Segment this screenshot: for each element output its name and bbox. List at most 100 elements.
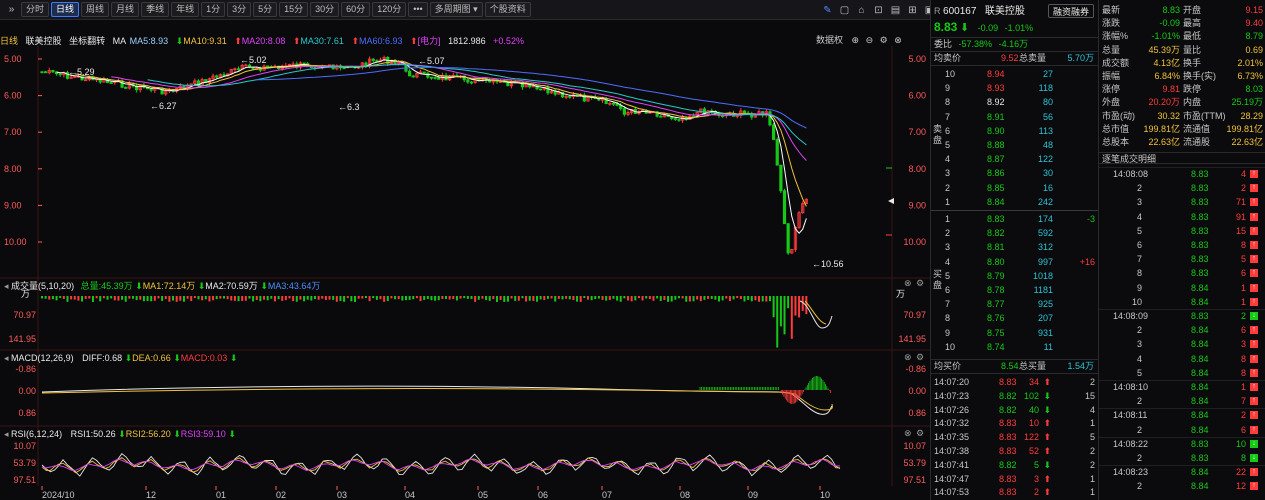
ask-row[interactable]: 5 8.88 48 [931,139,1099,151]
bid-row[interactable]: 7 8.77 925 [931,298,1099,310]
tick-row[interactable]: 14:07:32 8.83 10 ⬆ 1 [931,417,1099,429]
legend-ma5: MA5:8.93 [129,36,169,46]
ask-row[interactable]: 7 8.91 56 [931,111,1099,123]
stat-row: 涨停 9.81 跌停 8.03 [1099,83,1265,95]
detail-row[interactable]: 6 8.83 8 ↑ [1099,239,1265,251]
period-button-4[interactable]: 季线 [141,2,170,17]
detail-row[interactable]: 14:08:10 8.84 1 ↑ [1099,380,1265,393]
detail-row[interactable]: 4 8.84 8 ↑ [1099,353,1265,365]
ask-row[interactable]: 3 8.86 30 [931,167,1099,179]
detail-row[interactable]: 3 8.84 3 ↑ [1099,338,1265,350]
tick-row[interactable]: 14:07:38 8.83 52 ⬆ 2 [931,445,1099,457]
macd-expand-icon[interactable]: ◂ [4,353,9,363]
panel-settings-icon-1[interactable]: ⚙ [916,352,924,362]
period-button-0[interactable]: 分时 [21,2,50,17]
chart-icon[interactable]: ▤ [888,3,903,18]
ask-row[interactable]: 8 8.92 80 [931,96,1099,108]
volume-bar-196 [754,296,757,301]
period-button-10[interactable]: 30分 [310,2,340,17]
detail-row[interactable]: 14:08:11 8.84 2 ↑ [1099,408,1265,421]
tick-row[interactable]: 14:07:53 8.83 2 ⬆ 1 [931,486,1099,498]
detail-row[interactable]: 2 8.83 8 ↓ [1099,452,1265,464]
ask-row[interactable]: 9 8.93 118 [931,82,1099,94]
bid-row[interactable]: 5 8.79 1018 [931,270,1099,282]
period-button-6[interactable]: 1分 [201,2,226,17]
panel-close-icon-1[interactable]: ⊗ [904,352,912,362]
financing-button[interactable]: 融资融券 [1047,4,1094,18]
lock-icon[interactable]: ⌂ [854,3,869,18]
detail-row[interactable]: 14:08:08 8.83 4 ↑ [1099,167,1265,180]
panel-close-icon-2[interactable]: ⊗ [904,428,912,438]
bid-row[interactable]: 1 8.83 174 -3 [931,213,1099,225]
panel-settings-icon-2[interactable]: ⚙ [916,428,924,438]
restore-label[interactable]: 数据权 [816,35,843,45]
legend-adjust[interactable]: 坐标翻转 [69,36,105,46]
period-button-5[interactable]: 年线 [171,2,200,17]
tick-row[interactable]: 14:07:23 8.82 102 ⬇ 15 [931,390,1099,402]
period-button-3[interactable]: 月线 [111,2,140,17]
ask-row[interactable]: 4 8.87 122 [931,153,1099,165]
detail-list[interactable]: 14:08:08 8.83 4 ↑ 2 8.83 2 ↑ 3 8.83 71 ↑ 4 8.83 91 ↑ 5 8.… [1099,166,1265,500]
up-arrow-icon: ↑ [1250,212,1258,221]
bid-row[interactable]: 6 8.78 1181 [931,284,1099,296]
panel-close-icon-0[interactable]: ⊗ [904,278,912,288]
zoom-out-icon[interactable]: ⊖ [866,35,874,45]
detail-row[interactable]: 8 8.83 6 ↑ [1099,267,1265,279]
detail-row[interactable]: 14:08:09 8.83 2 ↓ [1099,309,1265,322]
ask-row[interactable]: 2 8.85 16 [931,182,1099,194]
bid-row[interactable]: 4 8.80 997 +16 [931,256,1099,268]
detail-row[interactable]: 5 8.83 15 ↑ [1099,225,1265,237]
tag-icon[interactable]: ⊡ [871,3,886,18]
profile-button[interactable]: 个股资料 [484,2,531,17]
period-button-11[interactable]: 60分 [341,2,371,17]
rsi-expand-icon[interactable]: ◂ [4,429,9,439]
detail-row[interactable]: 2 8.84 12 ↑ [1099,480,1265,492]
detail-row[interactable]: 5 8.84 8 ↑ [1099,367,1265,379]
volume-bar-111 [445,296,448,299]
tick-row[interactable]: 14:07:35 8.83 122 ⬆ 5 [931,431,1099,443]
multi-period-button[interactable]: 多周期图 ▾ [429,2,483,17]
volume-tick-left-1: 141.95 [8,334,36,344]
volume-expand-icon[interactable]: ◂ [4,281,9,291]
detail-row[interactable]: 10 8.84 1 ↑ [1099,296,1265,308]
more-periods-button[interactable]: ••• [408,2,428,17]
period-button-9[interactable]: 15分 [279,2,309,17]
panel-settings-icon-0[interactable]: ⚙ [916,278,924,288]
ask-row[interactable]: 1 8.84 242 [931,196,1099,208]
tick-row[interactable]: 14:07:26 8.82 40 ⬇ 4 [931,404,1099,416]
detail-row[interactable]: 4 8.83 91 ↑ [1099,211,1265,223]
copy-icon[interactable]: ▢ [837,3,852,18]
detail-row[interactable]: 9 8.84 1 ↑ [1099,282,1265,294]
detail-row[interactable]: 2 8.84 6 ↑ [1099,424,1265,436]
bid-row[interactable]: 10 8.74 11 [931,341,1099,353]
period-button-12[interactable]: 120分 [372,2,407,17]
tick-row[interactable]: 14:07:41 8.82 5 ⬇ 2 [931,459,1099,471]
detail-row[interactable]: 2 8.84 7 ↑ [1099,395,1265,407]
detail-row[interactable]: 2 8.84 6 ↑ [1099,324,1265,336]
detail-row[interactable]: 2 8.83 2 ↑ [1099,182,1265,194]
draw-pen-icon[interactable]: ✎ [820,3,835,18]
bid-row[interactable]: 3 8.81 312 [931,241,1099,253]
period-button-8[interactable]: 5分 [253,2,278,17]
detail-row[interactable]: 7 8.83 5 ↑ [1099,253,1265,265]
zoom-in-icon[interactable]: ⊕ [852,35,860,45]
ask-row[interactable]: 10 8.94 27 [931,68,1099,80]
detail-row[interactable]: 14:08:22 8.83 10 ↓ [1099,436,1265,450]
ask-row[interactable]: 6 8.90 113 [931,125,1099,137]
bid-row[interactable]: 2 8.82 592 [931,227,1099,239]
bid-row[interactable]: 8 8.76 207 [931,312,1099,324]
volume-bar-50 [222,296,225,299]
tick-row[interactable]: 14:07:47 8.83 3 ⬆ 1 [931,473,1099,485]
expand-icon[interactable]: » [4,2,19,17]
period-button-2[interactable]: 周线 [81,2,110,17]
bookmark-icon[interactable]: ⊞ [905,3,920,18]
settings-icon[interactable]: ⚙ [880,35,888,45]
stat-value: 30.32 [1157,110,1180,121]
period-button-1[interactable]: 日线 [51,2,80,17]
detail-row[interactable]: 14:08:23 8.84 22 ↑ [1099,465,1265,478]
close-chart-icon[interactable]: ⊗ [894,35,902,45]
tick-row[interactable]: 14:07:20 8.83 34 ⬆ 2 [931,376,1099,388]
bid-row[interactable]: 9 8.75 931 [931,327,1099,339]
period-button-7[interactable]: 3分 [227,2,252,17]
detail-row[interactable]: 3 8.83 71 ↑ [1099,196,1265,208]
